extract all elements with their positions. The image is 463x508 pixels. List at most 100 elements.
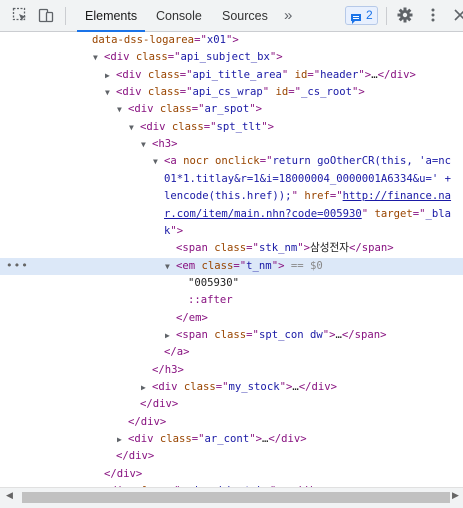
token-an: class [214,328,247,341]
token-tg: </div> [298,381,338,393]
inspect-element-icon[interactable] [12,7,28,23]
scroll-left-icon[interactable]: ◀ [6,491,13,501]
dom-node-text: </a> [164,344,190,361]
toolbar-divider [65,7,66,25]
more-tabs-icon[interactable]: » [284,0,292,31]
node-actions-icon[interactable]: ••• [6,258,29,273]
token-av: 01*1.titlay&r=1&i=18000004_0000001A6334&… [164,172,452,185]
dom-node-text: <em class="t_nm"> == $0 [176,258,323,275]
dom-node-line[interactable]: </div> [0,396,463,413]
token-an: target [374,207,413,220]
token-an: id [294,68,308,81]
dom-node-line[interactable]: r.com/item/main.nhn?code=005930" target=… [0,206,463,223]
expand-arrow-down-icon[interactable]: ▼ [93,49,98,66]
dom-node-line[interactable]: </div> [0,448,463,465]
expand-arrow-down-icon[interactable]: ▼ [117,101,122,118]
token-av: _bla [425,207,452,220]
dom-node-text: ::after [188,292,233,309]
token-tg: =" [215,381,229,393]
expand-arrow-down-icon[interactable]: ▼ [153,153,158,170]
expand-arrow-down-icon[interactable]: ▼ [141,136,146,153]
token-tg: <div [128,433,160,446]
expand-arrow-down-icon[interactable]: ▼ [105,84,110,101]
expand-arrow-down-icon[interactable]: ▼ [165,258,170,275]
device-toolbar-icon[interactable] [38,7,54,23]
token-ps: ::after [188,294,233,307]
dom-node-line[interactable]: ▼ <div class="api_subject_bx"> [0,49,463,66]
token-tg: =" [179,68,193,81]
dom-node-line[interactable]: ▼ <div class="api_cs_wrap" id="_cs_root"> [0,84,463,101]
token-tg: "> [261,120,274,133]
horizontal-scrollbar[interactable]: ◀ ▶ [0,487,463,508]
token-lk[interactable]: http://finance.na [343,190,451,202]
token-tx: "005930" [188,276,240,289]
token-an: class [201,259,234,272]
tab-elements[interactable]: Elements [76,0,146,32]
scrollbar-thumb[interactable] [22,492,450,503]
token-tg: <div [104,51,136,64]
dom-node-line[interactable]: 01*1.titlay&r=1&i=18000004_0000001A6334&… [0,171,463,188]
expand-arrow-down-icon[interactable]: ▼ [129,119,134,136]
issues-badge[interactable]: 2 [345,6,378,25]
token-tg: <span [176,242,215,255]
dom-node-line[interactable]: ▼ <div class="ar_spot"> [0,101,463,118]
token-av: lencode(this.href)); [164,190,292,203]
close-icon[interactable] [452,7,463,23]
token-an: class [159,103,192,116]
dom-node-line[interactable]: k"> [0,223,463,240]
dom-node-text: <div class="my_stock">…</div> [152,379,337,396]
collapse-arrow-right-icon[interactable]: ▶ [117,431,122,448]
dom-tree-panel[interactable]: data-dss-logarea="x01"> ▼ <div class="api_… [0,32,463,487]
token-tg: <div [140,120,172,133]
dom-node-text: k"> [164,223,183,240]
tab-console[interactable]: Console [156,0,202,31]
dom-node-line[interactable]: lencode(this.href));" href="http://finan… [0,188,463,205]
token-tg: =" [412,207,426,220]
token-av: _cs_root [301,86,353,99]
token-tg: "> [271,259,285,272]
dom-node-text: <span class="stk_nm">삼성전자</span> [176,240,394,257]
dom-node-text: <span class="spt_con dw">…</span> [176,327,387,344]
token-tg: "> [358,68,372,81]
token-tg: <div [116,68,148,81]
dom-node-line[interactable]: </em> [0,310,463,327]
settings-gear-icon[interactable] [397,7,413,23]
issues-icon [350,10,362,29]
dom-node-line[interactable]: ▼ <div class="spt_tlt"> [0,119,463,136]
dom-node-line[interactable]: </div> [0,466,463,483]
token-tg: =" [194,34,207,46]
token-an: class [159,433,192,446]
dom-node-line[interactable]: <span class="stk_nm">삼성전자</span> [0,240,463,257]
dom-node-selected[interactable]: ••• ▼ <em class="t_nm"> == $0 [0,257,463,275]
dom-node-text: <div class="api_subject_bx"> [104,49,283,66]
devtools-toolbar: Elements Console Sources » 2 [0,0,463,32]
token-an: class [183,381,216,393]
dom-node-line[interactable]: </a> [0,344,463,361]
dom-node-line[interactable]: ▼ <h3> [0,136,463,153]
token-an: id [275,86,289,99]
token-an: class [171,120,204,133]
collapse-arrow-right-icon[interactable]: ▶ [165,327,170,344]
issues-count: 2 [366,8,373,22]
collapse-arrow-right-icon[interactable]: ▶ [141,379,146,396]
dom-node-line[interactable]: </h3> [0,362,463,379]
dom-node-text: <div class="api_title_area" id="header">… [116,67,416,84]
dom-node-line[interactable]: ▶ <div class="api_title_area" id="header"… [0,67,463,84]
dom-node-line[interactable]: ▼ <a nocr onclick="return goOtherCR(this,… [0,153,463,170]
tab-sources[interactable]: Sources [222,0,268,31]
dom-node-line[interactable]: ::after [0,292,463,309]
dom-node-text: </div> [116,448,154,465]
dom-node-line[interactable]: ▶ <div class="ar_cont">…</div> [0,431,463,448]
dom-node-line[interactable]: data-dss-logarea="x01"> [0,32,463,49]
dom-node-line[interactable]: "005930" [0,275,463,292]
more-options-icon[interactable] [425,7,441,23]
dom-node-text: <h3> [152,136,178,153]
token-lk[interactable]: r.com/item/main.nhn?code=005930 [164,208,362,220]
dom-node-line[interactable]: ▶ <span class="spt_con dw">…</span> [0,327,463,344]
token-tg: </div> [377,68,416,81]
scroll-right-icon[interactable]: ▶ [452,491,459,501]
dom-node-line[interactable]: </div> [0,414,463,431]
dom-node-line[interactable]: ▶ <div class="my_stock">…</div> [0,379,463,396]
collapse-arrow-right-icon[interactable]: ▶ [105,67,110,84]
token-tg: "> [225,34,239,46]
